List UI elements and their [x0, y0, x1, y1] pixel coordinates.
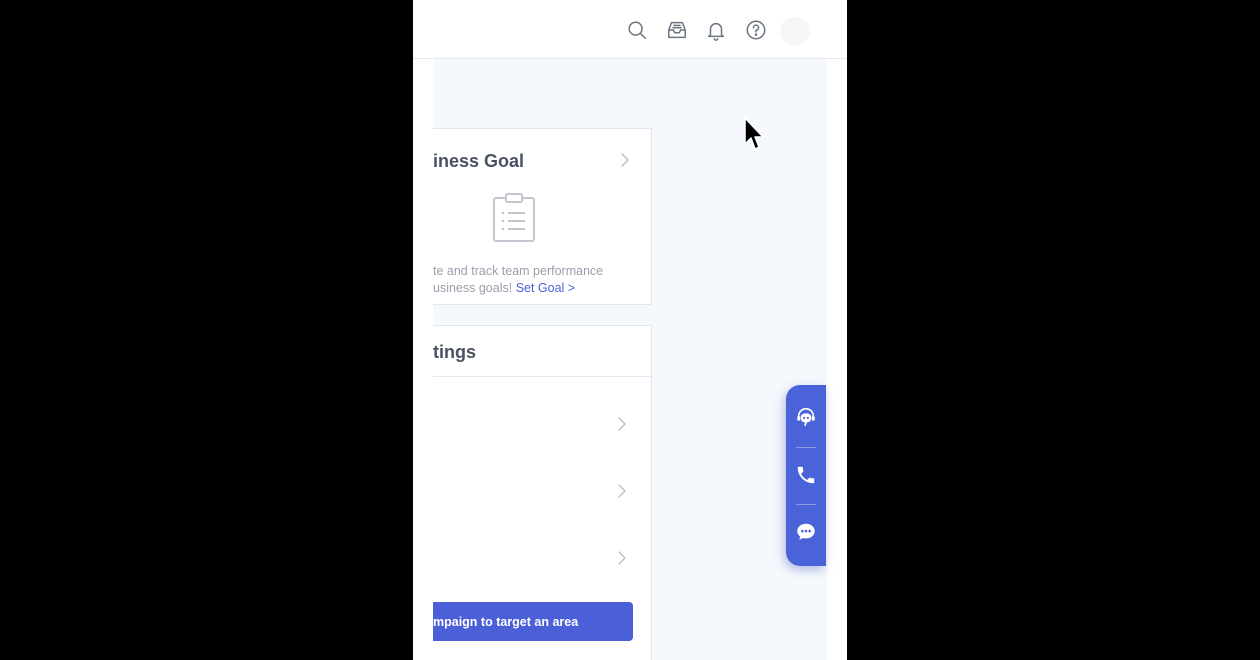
- fab-separator: [796, 447, 816, 448]
- fab-separator: [796, 504, 816, 505]
- business-goal-card: iness Goal te and track team performance…: [433, 128, 652, 305]
- bell-icon[interactable]: [703, 17, 729, 43]
- clipboard-icon: [493, 193, 535, 242]
- campaign-target-area-button[interactable]: mpaign to target an area: [433, 602, 633, 641]
- chat-icon[interactable]: [786, 512, 826, 552]
- business-goal-line-1: te and track team performance: [433, 264, 604, 278]
- settings-row-1-chevron-right-icon: [616, 417, 628, 431]
- settings-row-2-chevron-right-icon: [616, 484, 628, 498]
- settings-row-3-chevron-right-icon: [616, 551, 628, 565]
- phone-icon[interactable]: [786, 455, 826, 495]
- avatar[interactable]: [780, 17, 810, 45]
- business-goal-title: iness Goal: [433, 151, 525, 171]
- settings-row-1[interactable]: [433, 404, 652, 444]
- support-bot-icon[interactable]: [786, 397, 826, 437]
- settings-divider: [433, 376, 652, 377]
- business-goal-line-2: usiness goals! Set Goal >: [433, 280, 643, 297]
- business-goal-line-2-text: usiness goals!: [433, 281, 516, 295]
- business-goal-description: te and track team performance usiness go…: [433, 263, 643, 297]
- inbox-icon[interactable]: [664, 17, 690, 43]
- settings-row-2[interactable]: [433, 471, 652, 511]
- main-content: iness Goal te and track team performance…: [433, 59, 827, 660]
- set-goal-link[interactable]: Set Goal >: [516, 281, 575, 295]
- settings-row-3[interactable]: [433, 538, 652, 578]
- mouse-pointer-icon: [744, 117, 764, 150]
- business-goal-chevron-right-icon[interactable]: [619, 153, 631, 167]
- settings-title: tings: [433, 342, 476, 362]
- settings-card: tings mpaign to target an area: [433, 325, 652, 660]
- top-bar: [413, 0, 847, 59]
- help-icon[interactable]: [743, 17, 769, 43]
- app-viewport: iness Goal te and track team performance…: [413, 0, 847, 660]
- search-icon[interactable]: [624, 17, 650, 43]
- floating-contact-bar: [786, 385, 826, 566]
